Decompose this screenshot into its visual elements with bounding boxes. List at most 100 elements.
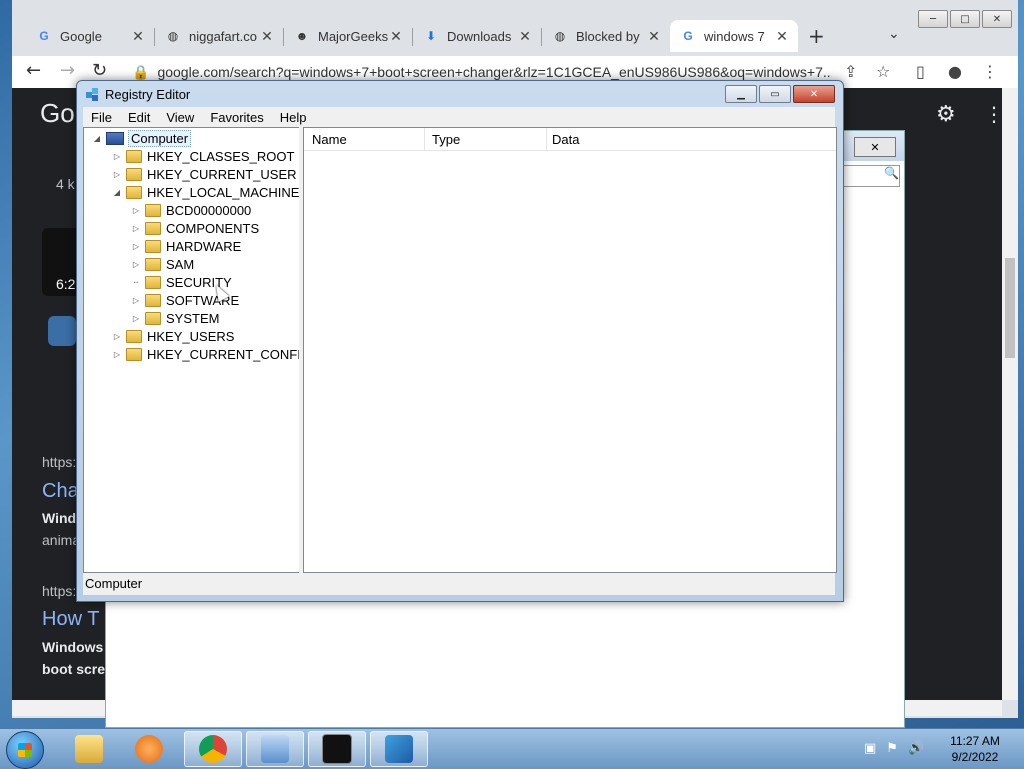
- taskbar-chrome[interactable]: [184, 731, 242, 767]
- menu-view[interactable]: View: [158, 110, 202, 125]
- google-logo[interactable]: Go: [40, 98, 75, 129]
- taskbar-regedit[interactable]: [370, 731, 428, 767]
- forward-arrow-icon[interactable]: →: [60, 60, 75, 81]
- folder-icon: [126, 347, 142, 361]
- expand-arrow-icon[interactable]: ▷: [131, 206, 141, 215]
- taskbar-control-panel[interactable]: [246, 731, 304, 767]
- start-button[interactable]: [6, 731, 44, 769]
- profile-avatar-icon[interactable]: ●: [948, 62, 962, 81]
- close-button[interactable]: ✕: [982, 10, 1012, 28]
- column-data[interactable]: Data: [552, 132, 579, 147]
- minimize-button[interactable]: ─: [918, 10, 948, 28]
- column-divider[interactable]: [546, 128, 547, 150]
- tree-node-components[interactable]: ▷ COMPONENTS: [131, 219, 259, 237]
- column-type[interactable]: Type: [432, 132, 460, 147]
- tab-blocked[interactable]: ◍ Blocked by ✕: [542, 20, 670, 52]
- taskbar: ▣ ⚑ 🔊 11:27 AM 9/2/2022: [0, 728, 1024, 769]
- tree-node-sam[interactable]: ▷ SAM: [131, 255, 194, 273]
- gear-icon[interactable]: ⚙: [936, 102, 956, 127]
- close-tab-icon[interactable]: ✕: [259, 28, 275, 45]
- side-panel-icon[interactable]: ▯: [916, 62, 925, 81]
- media-player-icon: [135, 735, 163, 763]
- close-tab-icon[interactable]: ✕: [646, 28, 662, 45]
- tree-node-hkcr[interactable]: ▷ HKEY_CLASSES_ROOT: [112, 147, 294, 165]
- maximize-button[interactable]: □: [950, 10, 980, 28]
- expand-arrow-icon[interactable]: ▷: [112, 152, 122, 161]
- collapse-arrow-icon[interactable]: ◢: [112, 188, 122, 197]
- share-icon[interactable]: ⇪: [844, 62, 857, 81]
- expand-arrow-icon[interactable]: ▷: [131, 242, 141, 251]
- regedit-titlebar[interactable]: Registry Editor ▁ ▭ ✕: [77, 81, 843, 109]
- folder-icon: [145, 311, 161, 325]
- network-icon[interactable]: ▣: [864, 741, 876, 756]
- volume-icon[interactable]: 🔊: [908, 741, 924, 756]
- tree-node-bcd[interactable]: ▷ BCD00000000: [131, 201, 251, 219]
- close-tab-icon[interactable]: ✕: [130, 28, 146, 45]
- taskbar-explorer[interactable]: [60, 731, 118, 767]
- close-tab-icon[interactable]: ✕: [774, 28, 790, 45]
- search-icon[interactable]: 🔍: [842, 165, 900, 187]
- tab-windows7[interactable]: G windows 7 ✕: [670, 20, 798, 52]
- bookmark-star-icon[interactable]: ☆: [876, 62, 890, 81]
- expand-arrow-icon[interactable]: ▷: [112, 170, 122, 179]
- column-name[interactable]: Name: [312, 132, 347, 147]
- result-snippet: boot scre: [42, 661, 106, 677]
- expand-arrow-icon[interactable]: ▷: [112, 350, 122, 359]
- tree-node-hardware[interactable]: ▷ HARDWARE: [131, 237, 241, 255]
- expand-arrow-icon[interactable]: ▷: [131, 296, 141, 305]
- back-arrow-icon[interactable]: ←: [26, 60, 41, 81]
- close-button[interactable]: ✕: [793, 85, 835, 103]
- scrollbar-thumb[interactable]: [1005, 258, 1015, 358]
- computer-icon: [106, 131, 124, 145]
- close-tab-icon[interactable]: ✕: [388, 28, 404, 45]
- values-list[interactable]: Name Type Data: [303, 127, 837, 573]
- menu-favorites[interactable]: Favorites: [202, 110, 271, 125]
- tab-downloads[interactable]: ⬇ Downloads ✕: [413, 20, 541, 52]
- maximize-button[interactable]: ▭: [759, 85, 791, 103]
- collapse-arrow-icon[interactable]: ◢: [92, 134, 102, 143]
- taskbar-media-player[interactable]: [120, 731, 178, 767]
- chrome-menu-icon[interactable]: ⋮: [982, 62, 998, 81]
- result-title-link[interactable]: How T: [42, 608, 99, 631]
- tree-node-system[interactable]: ▷ SYSTEM: [131, 309, 220, 327]
- result-title-link[interactable]: Cha: [42, 480, 79, 503]
- tree-node-hku[interactable]: ▷ HKEY_USERS: [112, 327, 235, 345]
- majorgeeks-icon: ☻: [295, 29, 309, 43]
- close-tab-icon[interactable]: ✕: [517, 28, 533, 45]
- result-url[interactable]: https:: [42, 583, 76, 599]
- new-tab-button[interactable]: +: [808, 24, 825, 48]
- minimize-button[interactable]: ▁: [725, 85, 757, 103]
- chrome-window-controls: ─ □ ✕: [918, 10, 1012, 28]
- vertical-scrollbar[interactable]: [1002, 88, 1018, 700]
- expand-arrow-icon[interactable]: ▷: [131, 260, 141, 269]
- menu-help[interactable]: Help: [272, 110, 315, 125]
- tree-node-hkcu[interactable]: ▷ HKEY_CURRENT_USER: [112, 165, 297, 183]
- download-icon: ⬇: [425, 29, 437, 43]
- tab-google[interactable]: G Google ✕: [26, 20, 154, 52]
- expand-arrow-icon[interactable]: ▷: [131, 224, 141, 233]
- tree-node-computer[interactable]: ◢ Computer: [92, 129, 192, 147]
- tree-node-hkcc[interactable]: ▷ HKEY_CURRENT_CONFIG: [112, 345, 311, 363]
- tab-niggafart[interactable]: ◍ niggafart.co ✕: [155, 20, 283, 52]
- tab-majorgeeks[interactable]: ☻ MajorGeeks ✕: [284, 20, 412, 52]
- taskbar-cmd[interactable]: [308, 731, 366, 767]
- reload-icon[interactable]: ↻: [92, 60, 107, 81]
- registry-tree[interactable]: ◢ Computer ▷ HKEY_CLASSES_ROOT ▷ HKEY_CU…: [83, 127, 311, 573]
- regedit-window-controls: ▁ ▭ ✕: [725, 85, 835, 103]
- close-icon[interactable]: ✕: [854, 137, 896, 157]
- tree-node-hklm[interactable]: ◢ HKEY_LOCAL_MACHINE: [112, 183, 300, 201]
- apps-menu-icon[interactable]: ⋮: [984, 102, 1002, 126]
- tab-search-chevron-icon[interactable]: ⌄: [888, 26, 900, 42]
- clock[interactable]: 11:27 AM 9/2/2022: [930, 733, 1020, 765]
- tab-strip: G Google ✕ ◍ niggafart.co ✕ ☻ MajorGeeks…: [12, 0, 1018, 56]
- menu-edit[interactable]: Edit: [120, 110, 158, 125]
- expand-arrow-icon[interactable]: ▷: [131, 314, 141, 323]
- result-thumbnail[interactable]: [48, 316, 76, 346]
- expand-arrow-icon[interactable]: ▷: [112, 332, 122, 341]
- menu-file[interactable]: File: [83, 110, 120, 125]
- chrome-icon: [199, 735, 227, 763]
- result-url[interactable]: https:: [42, 454, 76, 470]
- action-center-flag-icon[interactable]: ⚑: [886, 741, 898, 756]
- folder-icon: [126, 329, 142, 343]
- column-divider[interactable]: [424, 128, 425, 150]
